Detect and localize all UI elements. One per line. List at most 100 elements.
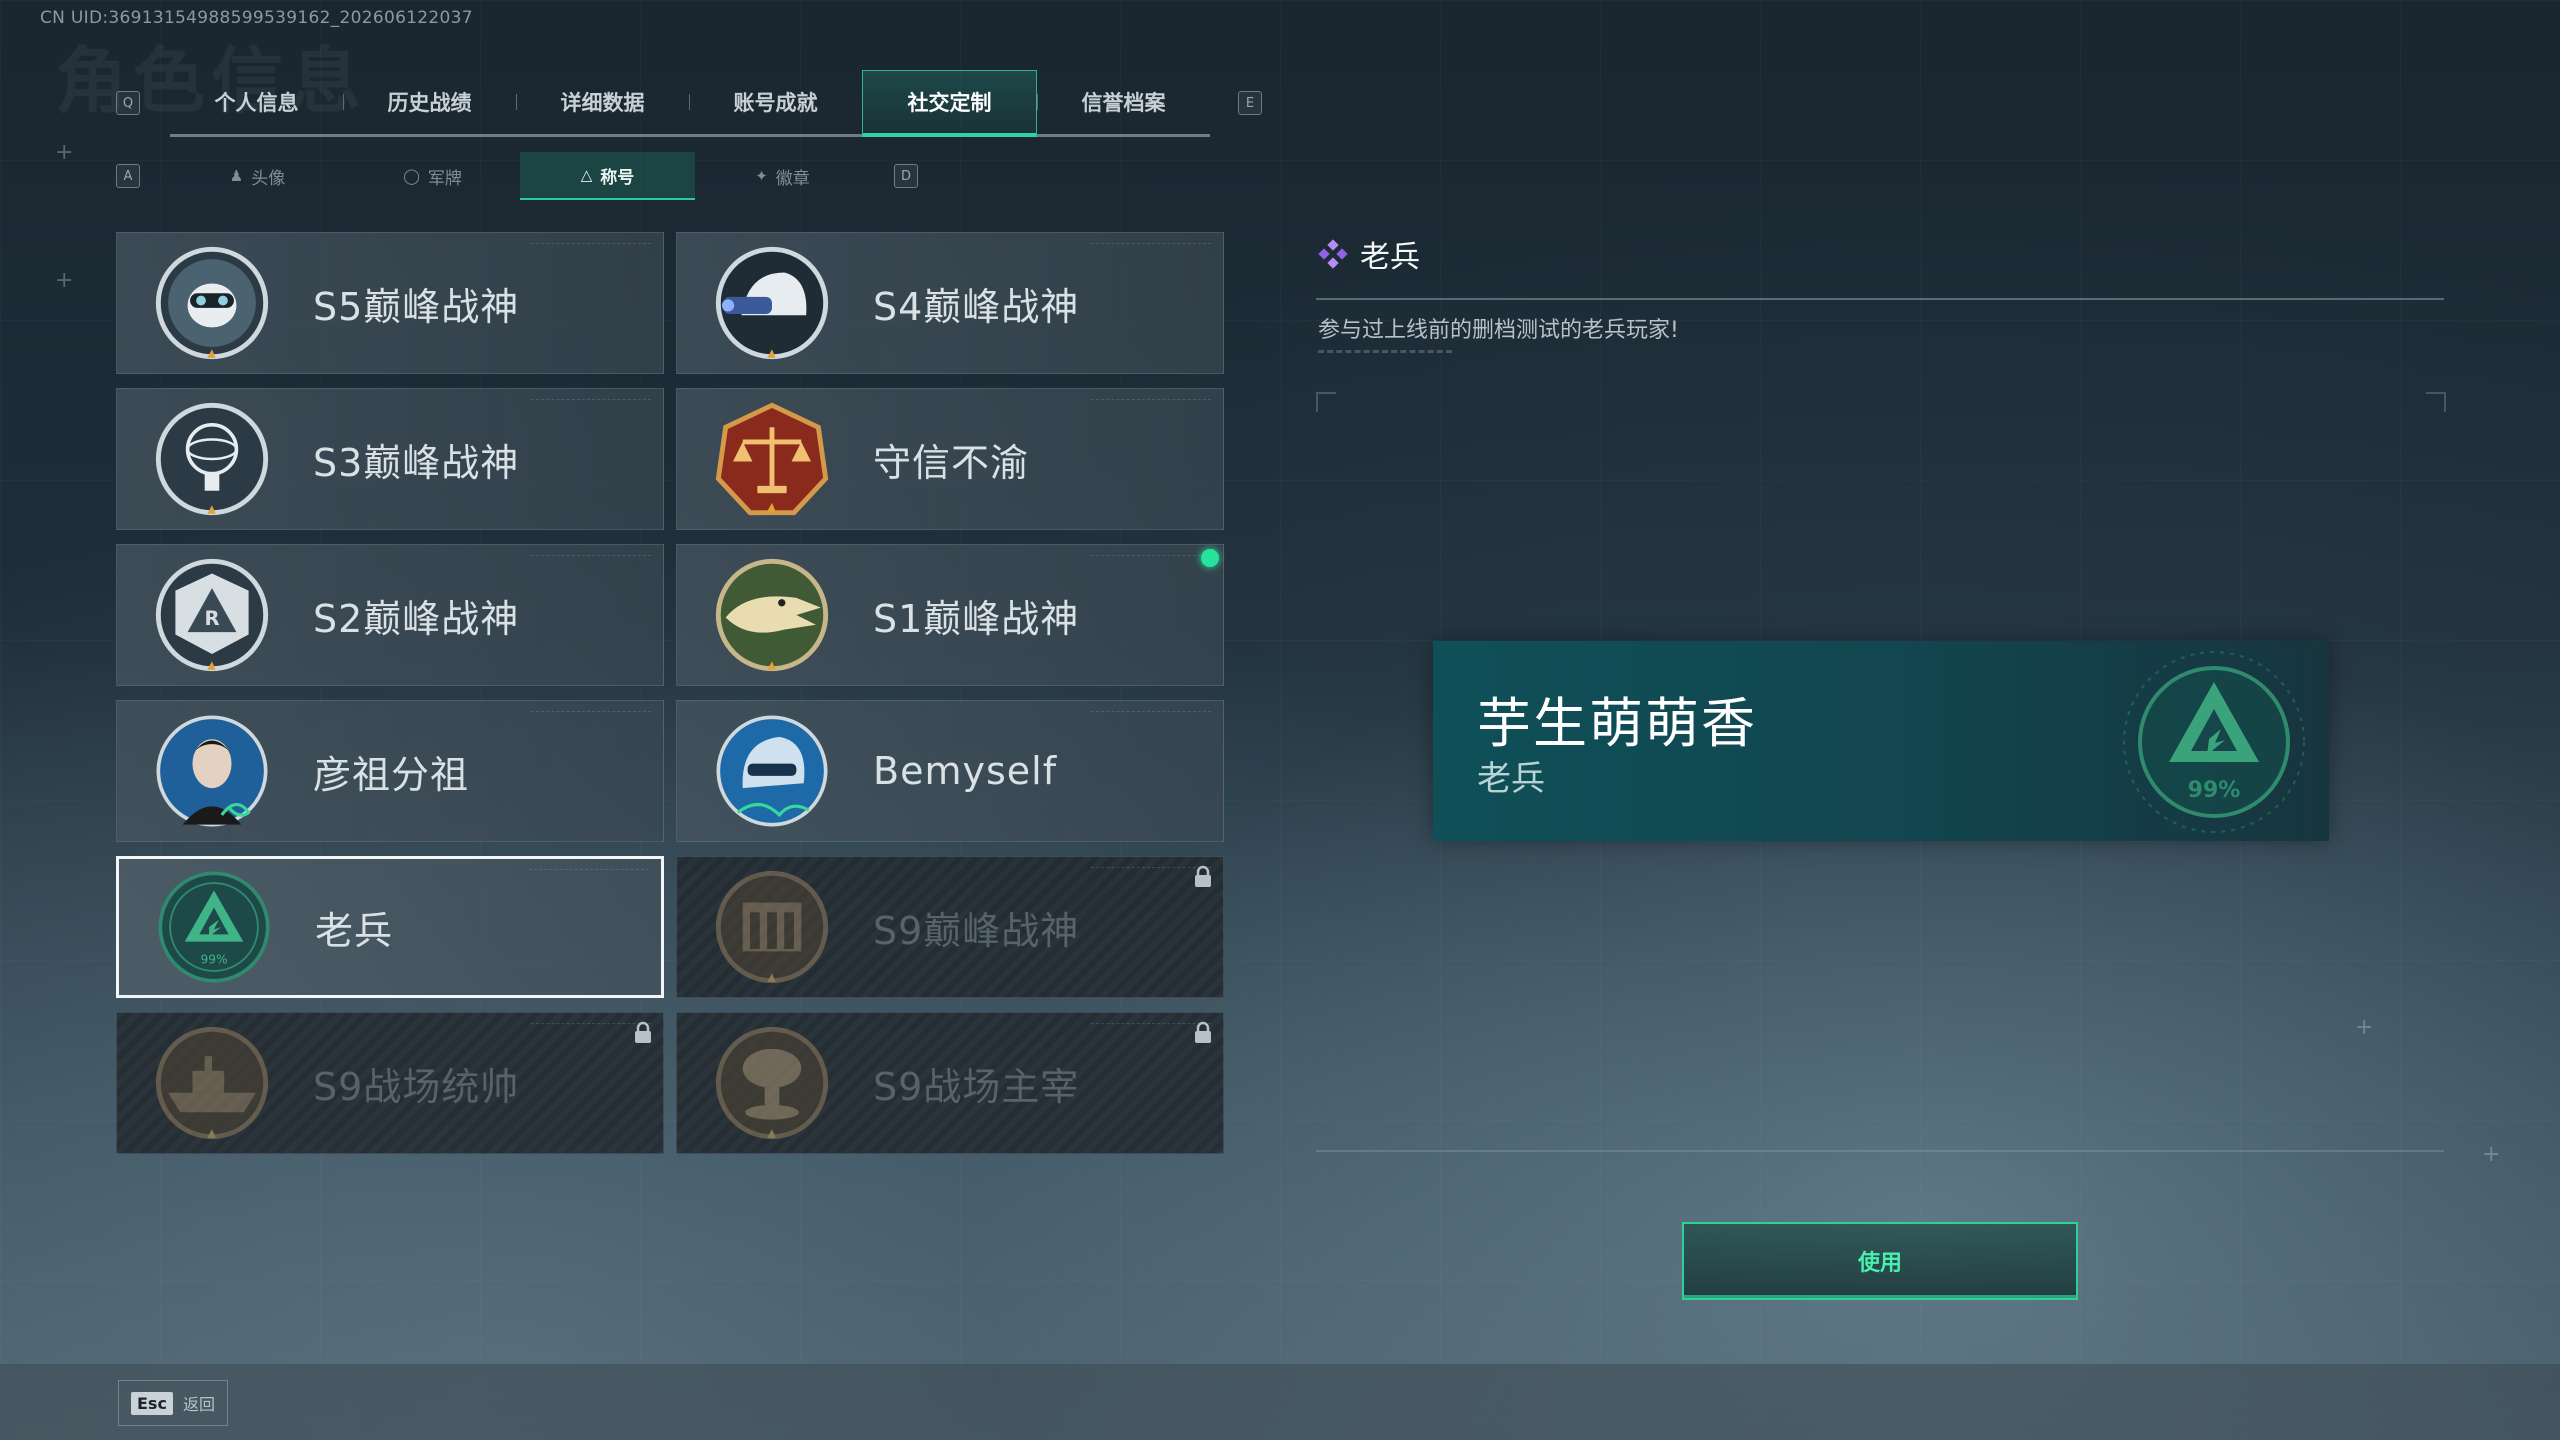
title-card[interactable]: S4巅峰战神 (676, 232, 1224, 374)
tab-credit-record[interactable]: 信誉档案 (1037, 70, 1210, 134)
esc-key-hint: Esc (131, 1391, 173, 1415)
lock-icon (1195, 865, 1211, 887)
subtab-avatar-label: 头像 (251, 168, 286, 189)
title-card[interactable]: 彦祖分祖 (116, 700, 664, 842)
title-card-label: S9战场主宰 (873, 1064, 1080, 1109)
subtab-badge[interactable]: ✦ 徽章 (695, 152, 870, 200)
preview-title: 老兵 (1477, 759, 1545, 799)
ruins-badge-icon (711, 866, 833, 988)
title-card-label: Bemyself (873, 749, 1058, 793)
title-card-label: 老兵 (315, 908, 394, 953)
title-card-label: S1巅峰战神 (873, 596, 1080, 641)
wings-icon: ✦ (755, 167, 768, 185)
tab-personal-info[interactable]: 个人信息 (170, 70, 343, 134)
decor-bracket (1316, 392, 1336, 412)
crocodile-badge-icon (711, 554, 833, 676)
card-decor (531, 711, 651, 720)
title-card[interactable]: R S2巅峰战神 (116, 544, 664, 686)
decor-plus: + (55, 140, 74, 165)
title-card-grid: S5巅峰战神 S4巅峰战神 S3巅峰战神 守信不渝 R S2巅峰战神 S1巅峰战… (116, 232, 1224, 1154)
badge-percent-text: 99% (200, 953, 227, 967)
card-decor (1091, 555, 1211, 564)
subtab-title[interactable]: △ 称号 (520, 152, 695, 200)
mushroom-cloud-badge-icon (711, 1022, 833, 1144)
tab-detailed-data[interactable]: 详细数据 (516, 70, 689, 134)
title-card-label: 彦祖分祖 (313, 752, 470, 797)
title-card[interactable]: 守信不渝 (676, 388, 1224, 530)
back-button[interactable]: Esc 返回 (118, 1380, 228, 1426)
use-button[interactable]: 使用 (1682, 1222, 2078, 1300)
portrait-signature-badge-icon (151, 710, 273, 832)
detail-title: 老兵 (1360, 240, 1420, 275)
warship-badge-icon (151, 1022, 273, 1144)
tab-match-history[interactable]: 历史战绩 (343, 70, 516, 134)
card-decor (531, 243, 651, 252)
title-card-label: S9战场统帅 (313, 1064, 520, 1109)
title-card-label: S5巅峰战神 (313, 284, 520, 329)
emblem-percent-text: 99% (2188, 778, 2241, 803)
decor-plus: + (2355, 1015, 2374, 1040)
key-hint-a: A (116, 164, 140, 188)
card-decor (531, 555, 651, 564)
diamond-cluster-icon (1318, 239, 1348, 269)
subtab-avatar[interactable]: ♟ 头像 (170, 152, 345, 200)
decor-plus: + (55, 268, 74, 293)
bottom-bar (0, 1364, 2560, 1440)
title-card-label: S3巅峰战神 (313, 440, 520, 485)
key-hint-q: Q (116, 91, 140, 115)
subtab-dogtag[interactable]: ◯ 军牌 (345, 152, 520, 200)
card-decor (531, 399, 651, 408)
card-decor (1091, 399, 1211, 408)
scales-badge-icon (711, 398, 833, 520)
title-card-locked[interactable]: S9战场主宰 (676, 1012, 1224, 1154)
diver-skull-badge-icon (151, 242, 273, 364)
detail-description: 参与过上线前的删档测试的老兵玩家! (1318, 318, 1679, 343)
triangle-icon: △ (580, 166, 593, 184)
tab-social-custom[interactable]: 社交定制 (862, 70, 1037, 137)
veteran-triangle-badge-icon: 99% (153, 866, 275, 988)
helmet-signature-badge-icon (711, 710, 833, 832)
title-card-label: S9巅峰战神 (873, 908, 1080, 953)
night-vision-helmet-badge-icon (711, 242, 833, 364)
card-decor (1091, 711, 1211, 720)
detail-divider (1316, 298, 2444, 300)
key-hint-d: D (894, 164, 918, 188)
preview-player-name: 芋生萌萌香 (1477, 692, 1757, 755)
title-card-label: 守信不渝 (873, 440, 1030, 485)
title-card-locked[interactable]: S9巅峰战神 (676, 856, 1224, 998)
lock-icon (1195, 1021, 1211, 1043)
card-decor (529, 869, 649, 878)
tab-achievements[interactable]: 账号成就 (689, 70, 862, 134)
dogtag-icon: ◯ (403, 167, 420, 185)
globe-trophy-badge-icon (151, 398, 273, 520)
title-card[interactable]: S1巅峰战神 (676, 544, 1224, 686)
detail-sub-decor (1318, 350, 1452, 353)
decor-plus: + (2482, 1142, 2501, 1167)
lock-icon (635, 1021, 651, 1043)
action-divider (1316, 1150, 2444, 1152)
title-card[interactable]: S3巅峰战神 (116, 388, 664, 530)
title-card-label: S4巅峰战神 (873, 284, 1080, 329)
svg-text:R: R (204, 607, 219, 630)
uid-text: CN UID:3691315498859953916​2_20260612203… (40, 8, 473, 28)
key-hint-e: E (1238, 91, 1262, 115)
nameplate-preview: 芋生萌萌香 老兵 99% (1433, 641, 2329, 841)
person-icon: ♟ (229, 167, 244, 185)
equipped-indicator (1201, 549, 1219, 567)
subtab-title-label: 称号 (600, 167, 635, 188)
decor-bracket (2426, 392, 2446, 412)
title-card[interactable]: Bemyself (676, 700, 1224, 842)
detail-header: 老兵 (1318, 232, 1420, 276)
main-tabs: 个人信息 历史战绩 详细数据 账号成就 社交定制 信誉档案 (170, 70, 1210, 137)
back-label: 返回 (182, 1395, 215, 1414)
title-card-label: S2巅峰战神 (313, 596, 520, 641)
triangle-r-badge-icon: R (151, 554, 273, 676)
subtab-badge-label: 徽章 (775, 168, 810, 189)
title-card-selected[interactable]: 99% 老兵 (116, 856, 664, 998)
veteran-emblem-icon: 99% (2123, 651, 2305, 833)
subtab-dogtag-label: 军牌 (427, 168, 462, 189)
card-decor (1091, 243, 1211, 252)
title-card-locked[interactable]: S9战场统帅 (116, 1012, 664, 1154)
sub-tabs: ♟ 头像 ◯ 军牌 △ 称号 ✦ 徽章 (170, 152, 870, 200)
title-card[interactable]: S5巅峰战神 (116, 232, 664, 374)
